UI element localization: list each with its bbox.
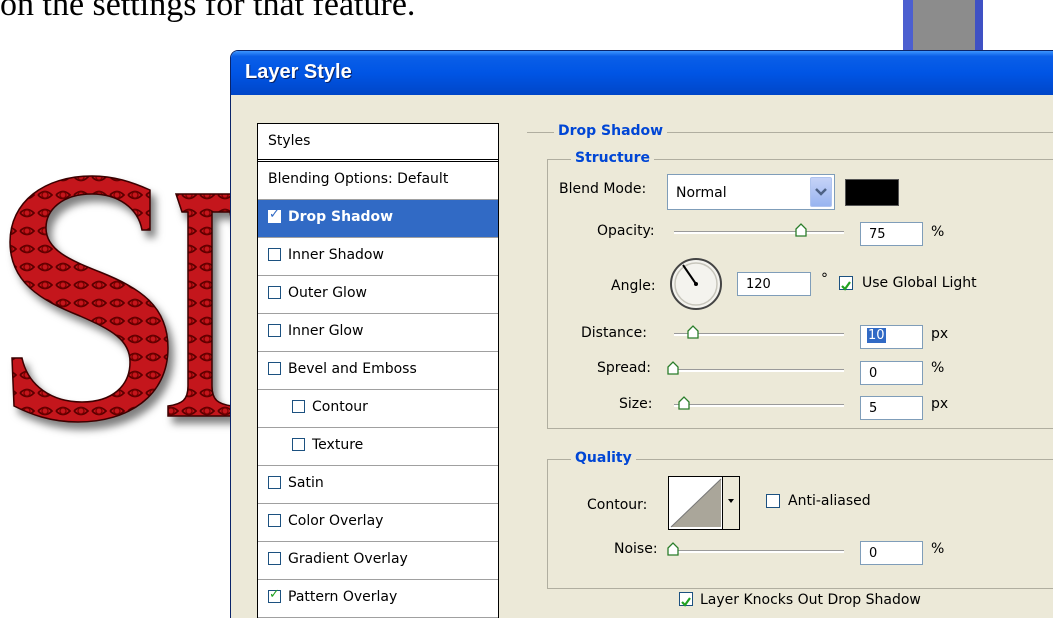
spread-label: Spread: — [597, 360, 652, 376]
opacity-unit: % — [931, 224, 945, 240]
contour-preview — [670, 478, 722, 528]
background-caption: on the settings for that feature. — [0, 0, 416, 23]
style-item[interactable]: Gradient Overlay — [258, 542, 498, 580]
layer-knocks-out-label: Layer Knocks Out Drop Shadow — [700, 592, 921, 608]
anti-aliased-label: Anti-aliased — [788, 493, 871, 509]
blend-mode-value: Normal — [676, 185, 727, 201]
style-item-checkbox[interactable] — [292, 400, 305, 413]
shadow-color-swatch[interactable] — [845, 179, 899, 206]
noise-unit: % — [931, 541, 945, 557]
use-global-light-checkbox[interactable] — [839, 276, 853, 291]
style-item-label: Texture — [312, 437, 364, 453]
distance-unit: px — [931, 326, 949, 342]
contour-dropdown-button[interactable] — [722, 477, 739, 529]
angle-unit: ° — [821, 271, 828, 287]
styles-list: Styles Blending Options: Default Drop Sha… — [257, 123, 499, 618]
size-input[interactable]: 5 — [860, 396, 923, 420]
opacity-slider-thumb[interactable] — [795, 223, 807, 237]
size-slider-track[interactable] — [674, 404, 844, 407]
style-item-checkbox[interactable] — [268, 587, 281, 603]
distance-input[interactable]: 10 — [860, 325, 923, 349]
noise-label: Noise: — [614, 541, 658, 557]
angle-input[interactable]: 120 — [737, 272, 811, 296]
style-item-label: Blending Options: Default — [268, 171, 449, 187]
distance-label: Distance: — [581, 325, 647, 341]
style-item-checkbox[interactable] — [268, 324, 281, 337]
style-item-checkbox[interactable] — [268, 362, 281, 375]
contour-picker[interactable] — [668, 476, 740, 530]
style-item[interactable]: Bevel and Emboss — [258, 352, 498, 390]
layer-style-dialog: Layer Style Styles Blending Options: Def… — [230, 50, 1053, 618]
style-item-label: Bevel and Emboss — [288, 361, 417, 377]
style-item[interactable]: Contour — [258, 390, 498, 428]
drop-shadow-title: Drop Shadow — [554, 123, 668, 139]
quality-group — [547, 459, 1053, 589]
angle-label: Angle: — [611, 278, 656, 294]
noise-slider-thumb[interactable] — [667, 542, 679, 556]
red-st-artwork — [9, 175, 240, 423]
style-item-label: Color Overlay — [288, 513, 384, 529]
background-window-edge — [875, 0, 1053, 50]
style-item-checkbox[interactable] — [268, 248, 281, 261]
style-item[interactable]: Texture — [258, 428, 498, 466]
noise-input[interactable]: 0 — [860, 541, 923, 565]
spread-input[interactable]: 0 — [860, 361, 923, 385]
use-global-light-label: Use Global Light — [862, 275, 977, 291]
style-item-label: Gradient Overlay — [288, 551, 408, 567]
style-item-label: Inner Glow — [288, 323, 364, 339]
chevron-down-icon[interactable] — [810, 177, 832, 207]
blend-mode-select[interactable]: Normal — [667, 174, 835, 210]
style-item-checkbox[interactable] — [268, 207, 281, 223]
size-unit: px — [931, 396, 949, 412]
quality-title: Quality — [571, 450, 636, 466]
style-item-checkbox[interactable] — [268, 552, 281, 565]
spread-slider-thumb[interactable] — [667, 361, 679, 375]
opacity-slider-track[interactable] — [674, 231, 844, 234]
contour-label: Contour: — [587, 497, 648, 513]
chevron-down-icon — [728, 499, 734, 503]
opacity-label: Opacity: — [597, 223, 655, 239]
layer-knocks-out-checkbox[interactable] — [679, 592, 693, 607]
style-item-checkbox[interactable] — [268, 514, 281, 527]
style-item[interactable]: Inner Shadow — [258, 238, 498, 276]
dialog-title: Layer Style — [245, 61, 352, 83]
style-item[interactable]: Satin — [258, 466, 498, 504]
title-bar[interactable]: Layer Style — [231, 51, 1053, 95]
size-label: Size: — [619, 396, 653, 412]
style-item[interactable]: Outer Glow — [258, 276, 498, 314]
style-item-checkbox[interactable] — [268, 476, 281, 489]
blend-mode-label: Blend Mode: — [559, 181, 647, 197]
style-item[interactable]: Color Overlay — [258, 504, 498, 542]
style-item-checkbox[interactable] — [268, 286, 281, 299]
style-item[interactable]: Drop Shadow — [258, 200, 498, 238]
style-item-label: Drop Shadow — [288, 209, 394, 225]
spread-unit: % — [931, 360, 945, 376]
noise-slider-track[interactable] — [674, 550, 844, 553]
distance-slider-thumb[interactable] — [687, 325, 699, 339]
angle-dial[interactable] — [668, 256, 724, 312]
style-item[interactable]: Pattern Overlay — [258, 580, 498, 618]
styles-header[interactable]: Styles — [258, 124, 498, 162]
style-item-label: Inner Shadow — [288, 247, 384, 263]
style-item-label: Pattern Overlay — [288, 589, 398, 605]
distance-slider-track[interactable] — [674, 333, 844, 336]
style-item-label: Contour — [312, 399, 368, 415]
style-item[interactable]: Inner Glow — [258, 314, 498, 352]
structure-title: Structure — [571, 150, 655, 166]
anti-aliased-checkbox[interactable] — [766, 494, 780, 508]
style-item-checkbox[interactable] — [292, 438, 305, 451]
style-item[interactable]: Blending Options: Default — [258, 162, 498, 200]
style-item-label: Outer Glow — [288, 285, 367, 301]
distance-value: 10 — [867, 328, 886, 343]
spread-slider-track[interactable] — [674, 369, 844, 372]
size-slider-thumb[interactable] — [678, 396, 690, 410]
style-item-label: Satin — [288, 475, 324, 491]
opacity-input[interactable]: 75 — [860, 222, 923, 246]
